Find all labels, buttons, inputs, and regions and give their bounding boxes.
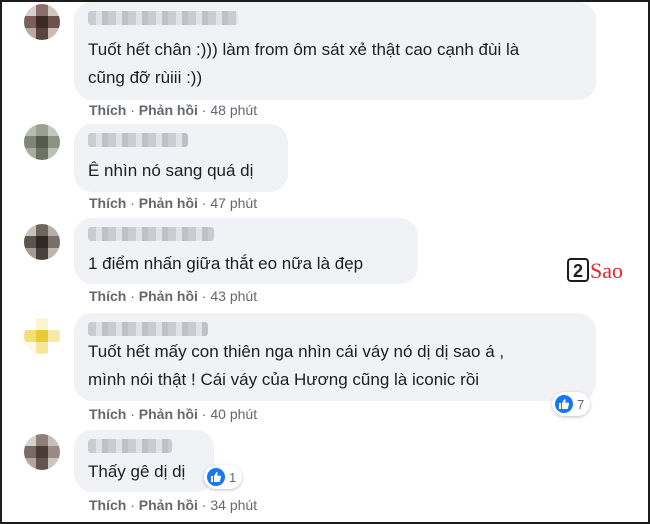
comment-time[interactable]: 40 phút [210, 406, 257, 422]
comment-bubble: Ê nhìn nó sang quá dị [74, 124, 288, 192]
svg-text:2: 2 [573, 261, 583, 281]
commenter-name-blurred[interactable] [88, 11, 238, 25]
svg-text:Sao: Sao [590, 258, 623, 283]
like-link[interactable]: Thích [89, 406, 126, 422]
reply-link[interactable]: Phản hồi [139, 195, 198, 211]
commenter-avatar[interactable] [24, 434, 60, 470]
like-link[interactable]: Thích [89, 288, 126, 304]
reaction-count[interactable]: 7 [552, 392, 591, 416]
like-link[interactable]: Thích [89, 195, 126, 211]
like-link[interactable]: Thích [89, 497, 126, 513]
comment-actions: Thích · Phản hồi · 43 phút [89, 288, 258, 304]
commenter-name-blurred[interactable] [88, 439, 172, 453]
comment-text-line: Thấy gê dị dị [88, 462, 186, 481]
like-icon [555, 395, 573, 413]
like-link[interactable]: Thích [89, 102, 126, 118]
comment-bubble: Tuốt hết mấy con thiên nga nhìn cái váy … [74, 313, 596, 401]
reply-link[interactable]: Phản hồi [139, 102, 198, 118]
reaction-count-value: 7 [577, 396, 585, 412]
comment-actions: Thích · Phản hồi · 47 phút [89, 195, 258, 211]
comment-bubble: Tuốt hết chân :))) làm from ôm sát xẻ th… [74, 2, 596, 100]
comment-time[interactable]: 47 phút [210, 195, 257, 211]
commenter-name-blurred[interactable] [88, 322, 208, 336]
comment-bubble: 1 điểm nhấn giữa thắt eo nữa là đẹp [74, 218, 418, 284]
reply-link[interactable]: Phản hồi [139, 406, 198, 422]
reaction-count[interactable]: 1 [204, 465, 243, 489]
commenter-avatar[interactable] [24, 318, 60, 354]
like-icon [207, 468, 225, 486]
comment-text-line: cũng đỡ rùiii :)) [88, 68, 203, 87]
comment-actions: Thích · Phản hồi · 40 phút [89, 406, 258, 422]
comment-text-line: Tuốt hết chân :))) làm from ôm sát xẻ th… [88, 40, 520, 59]
commenter-name-blurred[interactable] [88, 133, 188, 147]
commenter-name-blurred[interactable] [88, 227, 214, 241]
reaction-count-value: 1 [229, 469, 237, 485]
comment-actions: Thích · Phản hồi · 48 phút [89, 102, 258, 118]
2sao-watermark-logo: 2 Sao [567, 258, 623, 283]
comment-actions: Thích · Phản hồi · 34 phút [89, 497, 258, 513]
commenter-avatar[interactable] [24, 4, 60, 40]
commenter-avatar[interactable] [24, 224, 60, 260]
comment-time[interactable]: 43 phút [210, 288, 257, 304]
comment-text-line: mình nói thật ! Cái váy của Hương cũng l… [88, 370, 480, 389]
comment-text-line: Tuốt hết mấy con thiên nga nhìn cái váy … [88, 342, 505, 361]
comment-time[interactable]: 48 phút [210, 102, 257, 118]
comment-text-line: 1 điểm nhấn giữa thắt eo nữa là đẹp [88, 254, 364, 273]
commenter-avatar[interactable] [24, 124, 60, 160]
reply-link[interactable]: Phản hồi [139, 288, 198, 304]
comment-time[interactable]: 34 phút [210, 497, 257, 513]
reply-link[interactable]: Phản hồi [139, 497, 198, 513]
comment-bubble: Thấy gê dị dị [74, 430, 214, 492]
comment-text-line: Ê nhìn nó sang quá dị [88, 161, 254, 180]
